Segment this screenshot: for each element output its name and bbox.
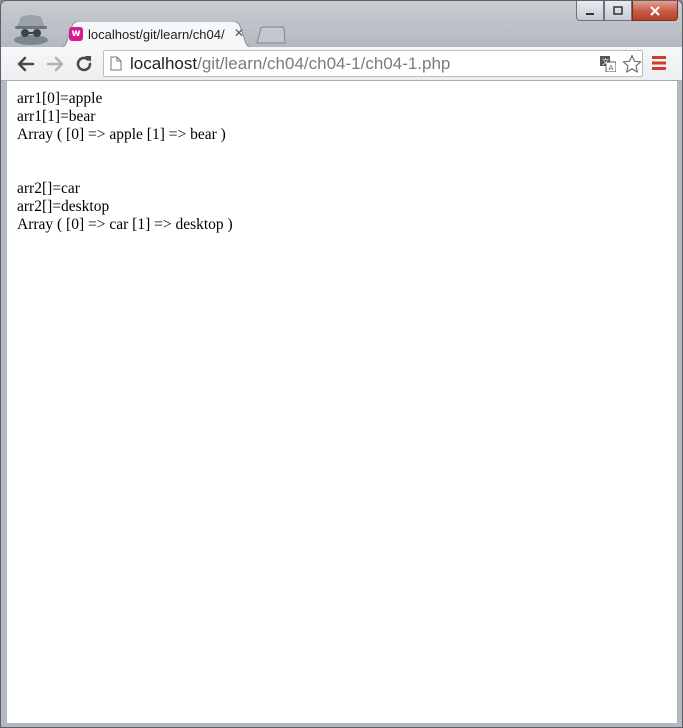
maximize-icon — [613, 5, 623, 15]
close-window-button[interactable] — [632, 1, 678, 21]
wamp-favicon-icon: w — [69, 27, 83, 41]
maximize-button[interactable] — [604, 1, 632, 21]
translate-icon[interactable]: 文 A — [600, 56, 616, 72]
output-line: arr1[1]=bear — [17, 108, 96, 125]
reload-button[interactable] — [73, 53, 95, 75]
close-tab-icon[interactable]: ✕ — [232, 26, 246, 40]
page-icon — [110, 56, 122, 71]
url-path: /git/learn/ch04/ch04-1/ch04-1.php — [197, 54, 451, 73]
url-text: localhost/git/learn/ch04/ch04-1/ch04-1.p… — [130, 54, 450, 74]
url-host: localhost — [130, 54, 198, 73]
close-icon — [650, 5, 660, 16]
browser-window: w localhost/git/learn/ch04/ ✕ localhost/… — [0, 0, 683, 728]
output-line: arr2[]=desktop — [17, 198, 110, 215]
bookmark-star-icon[interactable] — [622, 54, 642, 74]
output-line: Array ( [0] => car [1] => desktop ) — [17, 216, 233, 233]
new-tab-button[interactable] — [255, 26, 287, 44]
tab-active[interactable]: w localhost/git/learn/ch04/ ✕ — [59, 21, 253, 48]
minimize-icon — [586, 12, 594, 15]
reload-icon — [76, 56, 92, 72]
toolbar: localhost/git/learn/ch04/ch04-1/ch04-1.p… — [1, 47, 682, 81]
output-line: Array ( [0] => apple [1] => bear ) — [17, 126, 226, 143]
back-button[interactable] — [15, 53, 37, 75]
address-bar[interactable]: localhost/git/learn/ch04/ch04-1/ch04-1.p… — [103, 50, 643, 77]
output-line: arr1[0]=apple — [17, 90, 103, 107]
page-content: arr1[0]=apple arr1[1]=bear Array ( [0] =… — [17, 90, 233, 234]
back-arrow-icon — [17, 56, 35, 72]
window-controls — [576, 1, 678, 22]
tab-title: localhost/git/learn/ch04/ — [88, 27, 225, 42]
forward-button[interactable] — [44, 53, 66, 75]
minimize-button[interactable] — [576, 1, 604, 21]
title-bar: w localhost/git/learn/ch04/ ✕ — [1, 1, 682, 48]
forward-arrow-icon — [46, 56, 64, 72]
svg-text:A: A — [609, 64, 614, 72]
menu-icon[interactable] — [652, 55, 666, 71]
page-viewport: arr1[0]=apple arr1[1]=bear Array ( [0] =… — [7, 81, 677, 723]
incognito-icon — [11, 13, 51, 45]
output-line: arr2[]=car — [17, 180, 80, 197]
